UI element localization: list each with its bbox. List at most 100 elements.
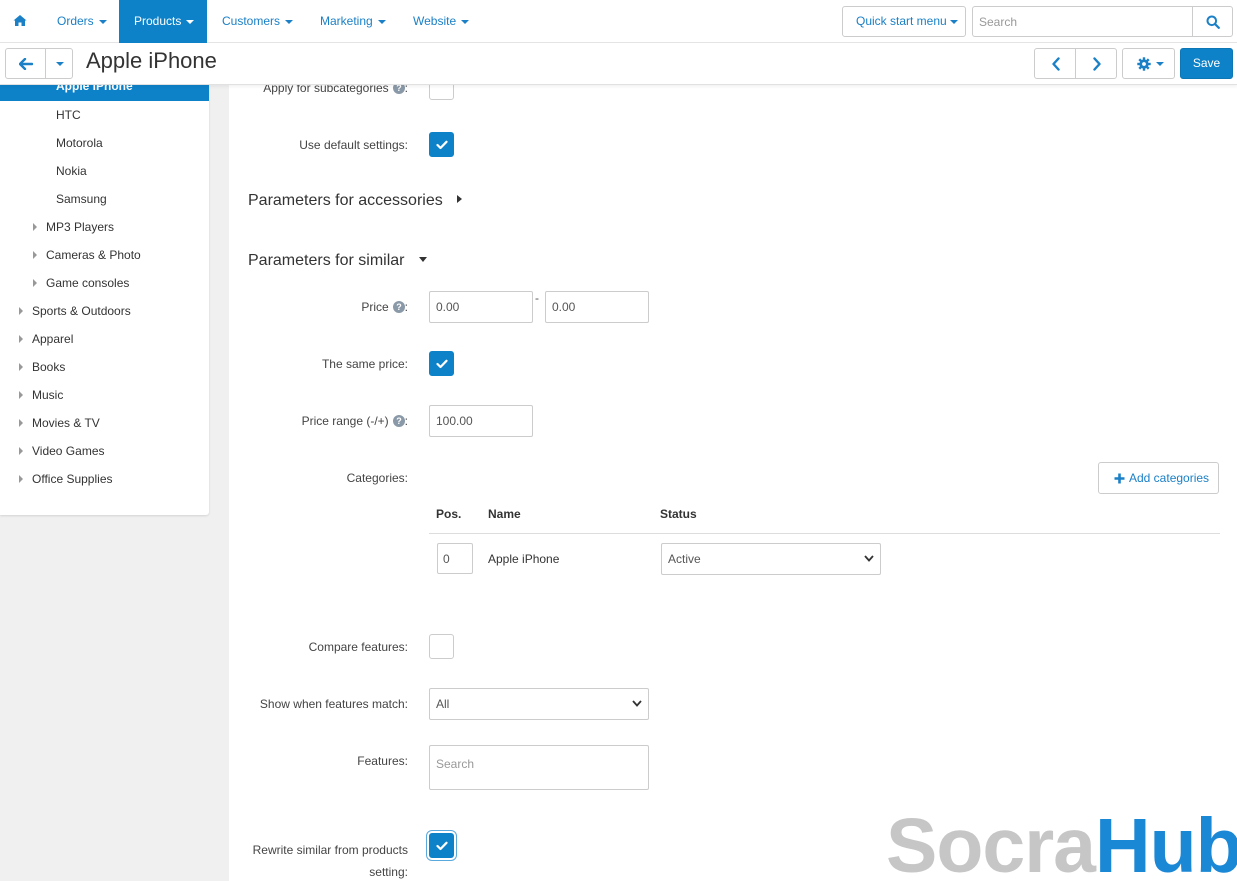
column-header-pos: Pos.	[436, 507, 462, 521]
expand-arrow-icon[interactable]	[19, 447, 23, 455]
next-button[interactable]	[1075, 48, 1117, 79]
home-icon[interactable]	[12, 13, 28, 29]
rewrite-similar-label: Rewrite similar from products setting:	[253, 839, 408, 881]
socrahub-watermark-logo: SocraHub	[886, 808, 1237, 881]
chevron-left-icon	[1052, 57, 1060, 71]
expand-arrow-icon[interactable]	[19, 419, 23, 427]
main-content: Apply for subcategories?: Use default se…	[229, 75, 1237, 881]
category-item[interactable]: Samsung	[56, 192, 107, 206]
svg-text:?: ?	[396, 302, 402, 312]
nav-orders-label: Orders	[57, 14, 94, 28]
nav-products[interactable]: Products	[119, 0, 207, 43]
features-match-select[interactable]: All	[429, 688, 649, 720]
rewrite-similar-label-line2: setting:	[369, 865, 408, 879]
expand-arrow-icon[interactable]	[19, 307, 23, 315]
category-item[interactable]: Books	[19, 360, 65, 374]
back-menu-dropdown-button[interactable]	[45, 48, 73, 79]
similar-section-toggle[interactable]: Parameters for similar	[248, 252, 427, 270]
compare-features-checkbox[interactable]	[429, 634, 454, 659]
expand-arrow-icon[interactable]	[19, 391, 23, 399]
quick-start-label: Quick start menu	[856, 14, 947, 28]
nav-marketing-label: Marketing	[320, 14, 373, 28]
add-categories-label: Add categories	[1129, 471, 1210, 485]
price-label-text: Price	[361, 300, 389, 314]
caret-down-icon	[56, 62, 64, 66]
chevron-down-icon	[864, 555, 874, 562]
accessories-section-title: Parameters for accessories	[248, 192, 443, 209]
position-input[interactable]	[437, 543, 473, 574]
status-select[interactable]: Active	[661, 543, 881, 575]
caret-down-icon	[949, 19, 958, 24]
caret-down-icon	[377, 19, 386, 24]
column-header-name: Name	[488, 507, 521, 521]
page-toolbar: Apple iPhone Save	[0, 43, 1237, 85]
help-icon[interactable]: ?	[392, 301, 405, 313]
caret-down-icon	[418, 257, 427, 262]
accessories-section-toggle[interactable]: Parameters for accessories	[248, 192, 463, 210]
caret-down-icon	[98, 19, 107, 24]
category-active-label: Apple iPhone	[56, 85, 133, 93]
category-item[interactable]: Sports & Outdoors	[19, 304, 131, 318]
nav-website[interactable]: Website	[413, 0, 470, 43]
category-item[interactable]: Office Supplies	[19, 472, 113, 486]
same-price-label: The same price:	[321, 357, 408, 371]
expand-arrow-icon[interactable]	[19, 475, 23, 483]
plus-icon	[1114, 473, 1125, 484]
category-item-active[interactable]: Apple iPhone	[0, 85, 209, 101]
rewrite-similar-checkbox[interactable]	[429, 833, 454, 858]
top-search-input[interactable]	[972, 6, 1193, 37]
chevron-down-icon	[632, 700, 642, 707]
status-select-value: Active	[668, 552, 701, 566]
previous-button[interactable]	[1034, 48, 1076, 79]
nav-customers-label: Customers	[222, 14, 281, 28]
category-item[interactable]: Motorola	[56, 136, 103, 150]
features-label: Features:	[357, 754, 408, 768]
category-item[interactable]: Video Games	[19, 444, 105, 458]
nav-customers[interactable]: Customers	[222, 0, 294, 43]
help-icon[interactable]: ?	[392, 415, 405, 427]
price-label: Price?:	[361, 300, 408, 314]
category-label: Movies & TV	[32, 416, 100, 430]
caret-down-icon	[285, 19, 294, 24]
nav-orders[interactable]: Orders	[57, 0, 107, 43]
expand-arrow-icon[interactable]	[33, 279, 37, 287]
price-range-dash: -	[535, 291, 539, 305]
expand-arrow-icon[interactable]	[19, 335, 23, 343]
svg-text:?: ?	[396, 416, 402, 426]
category-item[interactable]: Cameras & Photo	[33, 248, 141, 262]
search-button[interactable]	[1192, 6, 1233, 37]
save-button[interactable]: Save	[1180, 48, 1233, 79]
nav-marketing[interactable]: Marketing	[320, 0, 386, 43]
category-item[interactable]: Game consoles	[33, 276, 129, 290]
back-button[interactable]	[5, 48, 46, 79]
search-icon	[1206, 15, 1220, 29]
expand-arrow-icon[interactable]	[19, 363, 23, 371]
settings-dropdown-button[interactable]	[1122, 48, 1175, 79]
arrow-left-icon	[19, 58, 33, 70]
quick-start-menu-button[interactable]: Quick start menu	[842, 6, 966, 37]
category-item[interactable]: Music	[19, 388, 63, 402]
use-default-checkbox[interactable]	[429, 132, 454, 157]
check-icon	[436, 359, 448, 369]
caret-down-icon	[186, 19, 195, 24]
category-item[interactable]: Nokia	[56, 164, 87, 178]
show-when-match-label: Show when features match:	[259, 697, 408, 711]
categories-label: Categories:	[346, 471, 408, 485]
caret-right-icon	[457, 195, 463, 203]
price-range-label: Price range (-/+)?:	[301, 414, 408, 428]
category-item[interactable]: HTC	[56, 108, 81, 122]
features-search-input[interactable]	[429, 745, 649, 790]
price-to-input[interactable]	[545, 291, 649, 323]
category-item[interactable]: Movies & TV	[19, 416, 100, 430]
category-item[interactable]: Apparel	[19, 332, 73, 346]
use-default-label: Use default settings:	[299, 138, 408, 152]
chevron-right-icon	[1093, 57, 1101, 71]
price-from-input[interactable]	[429, 291, 533, 323]
price-range-input[interactable]	[429, 405, 533, 437]
expand-arrow-icon[interactable]	[33, 251, 37, 259]
same-price-checkbox[interactable]	[429, 351, 454, 376]
expand-arrow-icon[interactable]	[33, 223, 37, 231]
add-categories-button[interactable]: Add categories	[1098, 462, 1219, 494]
nav-website-label: Website	[413, 14, 457, 28]
category-item[interactable]: MP3 Players	[33, 220, 114, 234]
